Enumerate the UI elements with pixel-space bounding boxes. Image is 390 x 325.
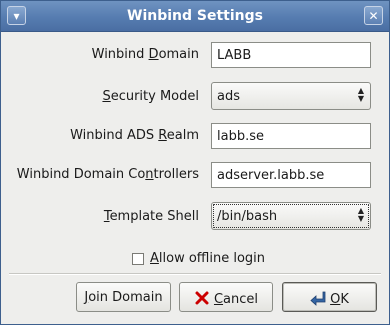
template-shell-select[interactable]: /bin/bash ▲ ▼ [211,202,371,230]
winbind-domain-label: Winbind Domain [91,47,199,62]
template-shell-value: /bin/bash [217,209,278,224]
cancel-icon [195,291,209,305]
ok-arrow-icon [310,291,326,306]
winbind-domain-input[interactable]: LABB [211,42,371,68]
winbind-settings-dialog: ▾ Winbind Settings ✕ Winbind Domain LABB… [0,0,390,325]
security-model-value: ads [217,89,240,104]
ads-realm-label: Winbind ADS Realm [70,128,199,143]
security-model-label: Security Model [102,89,199,104]
close-icon[interactable]: ✕ [364,6,383,25]
combo-updown-icon: ▲ ▼ [357,86,365,103]
window-title: Winbind Settings [127,8,263,24]
combo-updown-icon: ▲ ▼ [357,206,365,223]
domain-controllers-input[interactable]: adserver.labb.se [211,162,371,188]
ads-realm-input[interactable]: labb.se [211,123,371,149]
ok-button[interactable]: OK [282,282,377,312]
template-shell-label: Template Shell [103,209,199,224]
security-model-select[interactable]: ads ▲ ▼ [211,82,371,110]
allow-offline-login-checkbox[interactable] [132,253,144,265]
separator [9,273,381,275]
title-bar[interactable]: ▾ Winbind Settings ✕ [1,1,389,32]
allow-offline-login-label[interactable]: Allow offline login [150,251,265,266]
cancel-button[interactable]: Cancel [179,282,273,312]
domain-controllers-label: Winbind Domain Controllers [16,167,199,182]
join-domain-button[interactable]: Join Domain [76,282,171,312]
